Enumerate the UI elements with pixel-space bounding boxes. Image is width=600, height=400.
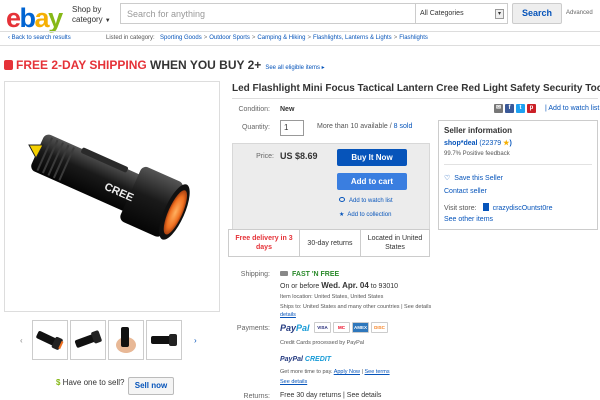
flashlight-thumb <box>36 331 64 350</box>
store-link[interactable]: crazydiscOuntst0re <box>493 205 553 212</box>
ebay-logo[interactable]: ebay <box>6 4 63 32</box>
thumbnail-next-icon[interactable]: › <box>194 336 197 345</box>
visa-icon: VISA <box>314 322 331 333</box>
star-icon: ★ <box>339 212 345 218</box>
breadcrumb-item[interactable]: Sporting Goods <box>160 35 202 41</box>
delivery-info-box: Free delivery in 3 days 30-day returns L… <box>228 229 430 257</box>
delivery-estimate: On or before Wed. Apr. 04 to 93010 <box>280 281 399 290</box>
add-to-watch-list-link[interactable]: | Add to watch list <box>545 105 599 112</box>
quantity-label: Quantity: <box>241 124 270 131</box>
flashlight-image: CREE <box>28 134 190 240</box>
positive-feedback: 99.7% Positive feedback <box>444 151 510 157</box>
sold-count-link[interactable]: 8 sold <box>394 123 413 130</box>
paypal-logo: PayPal <box>280 323 310 333</box>
advanced-search-link[interactable]: Advanced <box>566 10 593 16</box>
eye-icon <box>339 197 345 202</box>
discover-icon: DISC <box>371 322 388 333</box>
price-label: Price: <box>256 153 274 160</box>
payment-details-link[interactable]: See details <box>280 379 307 385</box>
add-to-collection-button[interactable]: ★ Add to collection <box>339 211 391 218</box>
category-select[interactable]: All Categories ▾ <box>416 3 508 24</box>
heart-icon: ♡ <box>444 175 451 182</box>
promo-banner: FREE 2-DAY SHIPPING WHEN YOU BUY 2+ See a… <box>4 58 325 72</box>
thumbnail-1[interactable] <box>32 320 68 360</box>
condition-label: Condition: <box>238 106 270 113</box>
see-other-items-link[interactable]: See other items <box>444 216 493 223</box>
breadcrumb-item[interactable]: Outdoor Sports <box>209 35 250 41</box>
hand-holding-flashlight-thumb <box>116 327 136 353</box>
free-delivery-badge: Free delivery in 3 days <box>235 235 293 251</box>
divider <box>444 164 592 165</box>
visit-store: Visit store: crazydiscOuntst0re <box>444 203 553 212</box>
condition-value: New <box>280 106 295 113</box>
back-to-results-link[interactable]: ‹ Back to search results <box>8 35 71 41</box>
listed-in-label: Listed in category: <box>106 35 155 41</box>
dropdown-arrow-icon: ▾ <box>495 9 504 19</box>
seller-name-link[interactable]: shop*deal (22379 ★) <box>444 139 512 147</box>
store-icon <box>482 203 489 211</box>
see-terms-link[interactable]: See terms <box>365 369 390 375</box>
breadcrumb-item[interactable]: Flashlights, Lanterns & Lights <box>313 35 392 41</box>
contact-seller-link[interactable]: Contact seller <box>444 188 487 195</box>
paypal-credit-note: Get more time to pay. Apply Now | See te… <box>280 369 390 375</box>
item-location: Item location: United States, United Sta… <box>280 294 384 300</box>
breadcrumb: Sporting Goods > Outdoor Sports > Camping & … <box>160 35 428 41</box>
returns-badge: 30-day returns <box>307 239 353 247</box>
flashlight-thumb <box>151 334 177 346</box>
quantity-input[interactable]: 1 <box>280 120 304 136</box>
availability-text: More than 10 available / 8 sold <box>317 123 413 130</box>
shop-by-category-button[interactable]: Shop by category ▼ <box>72 5 118 26</box>
sell-now-button[interactable]: Sell now <box>128 377 174 395</box>
price-value: US $8.69 <box>280 151 318 161</box>
thumbnail-2[interactable] <box>70 320 106 360</box>
returns-label: Returns: <box>243 393 270 400</box>
divider <box>232 98 598 99</box>
add-to-cart-button[interactable]: Add to cart <box>337 173 407 190</box>
feedback-score[interactable]: (22379 <box>479 140 501 147</box>
search-input[interactable]: Search for anything <box>120 3 416 24</box>
add-to-watch-list-button[interactable]: Add to watch list <box>339 197 393 204</box>
search-button[interactable]: Search <box>512 3 562 24</box>
buy-it-now-button[interactable]: Buy It Now <box>337 149 407 166</box>
apply-now-link[interactable]: Apply Now <box>334 369 360 375</box>
tag-icon <box>4 60 13 70</box>
thumbnail-4[interactable] <box>146 320 182 360</box>
main-product-image[interactable]: CREE <box>4 81 220 312</box>
amex-icon: AMEX <box>352 322 369 333</box>
pinterest-icon[interactable]: p <box>527 104 536 113</box>
have-one-to-sell: $ Have one to sell? <box>56 378 125 387</box>
shipping-label: Shipping: <box>240 271 270 278</box>
truck-icon <box>280 271 288 276</box>
ships-to: Ships to: United States and many other c… <box>280 304 432 310</box>
cc-note: Credit Cards processed by PayPal <box>280 340 365 346</box>
dollar-icon: $ <box>56 378 63 387</box>
flashlight-thumb <box>74 330 102 348</box>
shipping-details-link[interactable]: details <box>280 312 296 318</box>
chevron-down-icon: ▼ <box>104 18 111 24</box>
breadcrumb-bar: ‹ Back to search results Listed in categ… <box>0 31 600 46</box>
thumbnail-strip <box>14 320 214 360</box>
feedback-star-icon: ★ <box>503 140 510 147</box>
email-icon[interactable]: ✉ <box>494 104 503 113</box>
see-all-eligible-link[interactable]: See all eligible items ▸ <box>265 65 324 71</box>
seller-info-header: Seller information <box>444 126 513 135</box>
mastercard-icon: MC <box>333 322 350 333</box>
thumbnail-3[interactable] <box>108 320 144 360</box>
payments-label: Payments: <box>236 325 270 332</box>
fast-n-free-label: FAST 'N FREE <box>280 271 339 278</box>
product-title: Led Flashlight Mini Focus Tactical Lante… <box>232 83 600 94</box>
location-badge: Located in United States <box>367 235 423 251</box>
returns-value: Free 30 day returns | See details <box>280 392 382 399</box>
paypal-credit-logo: PayPal CREDIT <box>280 356 331 363</box>
facebook-icon[interactable]: f <box>505 104 514 113</box>
breadcrumb-item[interactable]: Camping & Hiking <box>257 35 305 41</box>
save-seller-link[interactable]: ♡ Save this Seller <box>444 174 503 182</box>
twitter-icon[interactable]: t <box>516 104 525 113</box>
breadcrumb-item[interactable]: Flashlights <box>399 35 428 41</box>
